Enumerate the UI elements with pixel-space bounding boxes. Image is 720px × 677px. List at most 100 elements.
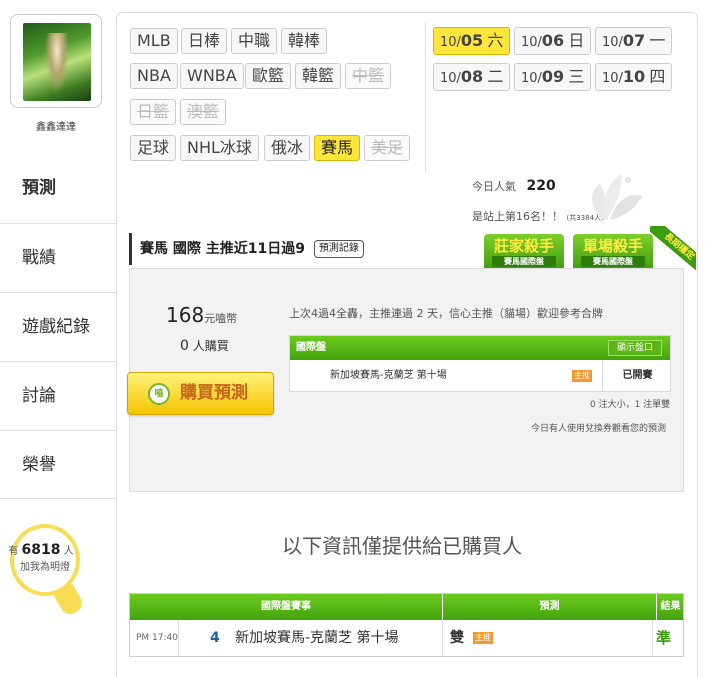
sport-tab-soccer[interactable]: 足球 — [130, 135, 177, 161]
date-weekday: 一 — [649, 31, 666, 50]
row-pick: 雙 — [450, 630, 464, 646]
game-row: 新加坡賽馬-克蘭芝 第十場 主推 已開賽 — [290, 360, 670, 392]
sport-tab-cn-basketball: 中籃 — [345, 63, 392, 89]
avatar[interactable] — [10, 14, 102, 108]
date-md: 10/ — [440, 35, 461, 50]
row-result: 準 — [656, 629, 672, 647]
date-tab-1007[interactable]: 10/07 一 — [595, 27, 673, 55]
popularity: 今日人氣 220 — [472, 178, 556, 194]
buyers: 0 人購買 — [180, 337, 229, 354]
record-button[interactable]: 預測記錄 — [313, 240, 364, 258]
purchased-table: 國際盤賽事 預測 結果 PM 17:40 4 新加坡賽馬-克蘭芝 第十場 雙 主… — [129, 593, 684, 657]
col-header-event: 國際盤賽事 — [261, 601, 311, 612]
date-tab-1005[interactable]: 10/05 六 — [433, 27, 511, 55]
coin-icon: 嗑 — [148, 383, 170, 405]
date-tab-1009[interactable]: 10/09 三 — [514, 63, 592, 91]
popularity-label: 今日人氣 — [472, 180, 516, 193]
sport-tab-nhl[interactable]: NHL冰球 — [180, 135, 259, 161]
buyers-count: 0 — [180, 338, 189, 354]
voucher-note: 今日有人使用兌換券觀看您的預測 — [531, 424, 667, 434]
game-status: 已開賽 — [602, 360, 672, 392]
buy-button-label: 購買預測 — [180, 383, 248, 403]
sport-tab-us-football: 美足 — [364, 135, 411, 161]
flower-decoration-icon — [592, 174, 642, 220]
date-md: 10/ — [602, 35, 623, 50]
badge-sub: 賽馬國際盤 — [492, 256, 556, 267]
badge-banker-killer: 莊家殺手 賽馬國際盤 — [484, 234, 564, 272]
game-name: 新加坡賽馬-克蘭芝 第十場 — [330, 370, 447, 381]
badge-title: 單場殺手 — [582, 237, 643, 255]
sport-tab-jp-baseball[interactable]: 日棒 — [181, 28, 228, 54]
sport-tab-eu-basketball[interactable]: 歐籃 — [245, 63, 292, 89]
badge-title: 莊家殺手 — [493, 237, 554, 255]
fan-count: 6818 — [21, 542, 61, 558]
sport-tab-au-basketball: 澳籃 — [180, 99, 227, 125]
sport-tab-ru-hockey[interactable]: 俄冰 — [264, 135, 311, 161]
game-table-title: 國際盤 — [296, 342, 326, 353]
cell-divider — [652, 620, 653, 656]
popularity-value: 220 — [526, 178, 556, 194]
nav-item-discussion[interactable]: 討論 — [0, 361, 116, 430]
divider — [425, 22, 426, 172]
date-tab-1006[interactable]: 10/06 日 — [514, 27, 592, 55]
date-md: 10/ — [521, 71, 542, 86]
date-weekday: 六 — [487, 31, 504, 50]
badge-sub: 賽馬國際盤 — [581, 256, 645, 267]
buyers-label: 人購買 — [192, 339, 229, 353]
sport-tab-kr-basketball[interactable]: 韓籃 — [295, 63, 342, 89]
sport-tab-jp-basketball: 日籃 — [130, 99, 177, 125]
purchased-table-header: 國際盤賽事 預測 結果 — [130, 594, 683, 620]
date-md: 10/ — [440, 71, 461, 86]
sport-tab-cpbl[interactable]: 中職 — [231, 28, 278, 54]
price: 168元嗑幣 — [166, 303, 237, 327]
date-day: 10 — [622, 67, 646, 86]
sport-tab-wnba[interactable]: WNBA — [180, 63, 244, 89]
row-time: PM 17:40 — [136, 633, 178, 643]
sport-tab-mlb[interactable]: MLB — [130, 28, 178, 54]
date-day: 06 — [541, 31, 565, 50]
pick-count-note: 0 注大小，1 注單雙 — [590, 400, 671, 410]
date-tab-1010[interactable]: 10/10 四 — [595, 63, 673, 91]
row-race: 新加坡賽馬-克蘭芝 第十場 — [235, 630, 399, 646]
nav-item-honor[interactable]: 榮譽 — [0, 430, 116, 499]
sport-tab-horse-racing[interactable]: 賽馬 — [314, 135, 361, 161]
cell-divider — [178, 620, 179, 656]
game-table-header: 國際盤 顯示盤口 — [290, 336, 670, 360]
fan-suffix: 人 — [63, 546, 74, 557]
stable-ribbon: 長期穩定 — [650, 226, 696, 270]
game-table: 國際盤 顯示盤口 新加坡賽馬-克蘭芝 第十場 主推 已開賽 — [289, 335, 671, 392]
prediction-message: 上次4過4全轟，主推連過 2 天，信心主推（貓場）歡迎參考合牌 — [289, 307, 603, 320]
price-value: 168 — [166, 303, 205, 327]
date-day: 08 — [460, 67, 484, 86]
nav-item-record[interactable]: 戰績 — [0, 223, 116, 292]
date-weekday: 四 — [649, 67, 666, 86]
avatar-image — [23, 23, 91, 101]
sidebar: 鑫鑫達達 預測 戰績 遊戲紀錄 討論 榮譽 有 6818 人 加我為明燈 — [0, 0, 116, 677]
nav-item-predict[interactable]: 預測 — [0, 154, 116, 223]
fan-label: 加我為明燈 — [20, 562, 70, 573]
date-weekday: 三 — [568, 67, 585, 86]
show-odds-button[interactable]: 顯示盤口 — [607, 340, 662, 356]
price-unit: 元嗑幣 — [204, 312, 238, 325]
sport-tab-kr-baseball[interactable]: 韓棒 — [281, 28, 328, 54]
main-pick-tag: 主推 — [473, 632, 493, 644]
badge-single-killer: 單場殺手 賽馬國際盤 — [573, 234, 653, 272]
date-day: 07 — [622, 31, 646, 50]
col-header-pick: 預測 — [442, 594, 656, 620]
row-number: 4 — [210, 630, 220, 646]
col-header-result: 結果 — [656, 594, 684, 620]
ribbon-text: 長期穩定 — [650, 226, 696, 270]
username[interactable]: 鑫鑫達達 — [0, 118, 112, 133]
sport-tab-nba[interactable]: NBA — [130, 63, 178, 89]
table-row: PM 17:40 4 新加坡賽馬-克蘭芝 第十場 雙 主推 準 — [130, 620, 683, 656]
date-day: 05 — [460, 31, 484, 50]
header-title: 賽馬 國際 主推近11日過9 — [140, 241, 305, 257]
date-tab-1008[interactable]: 10/08 二 — [433, 63, 511, 91]
rank-text: 是站上第16名！！ — [472, 210, 563, 223]
buy-prediction-button[interactable]: 嗑購買預測 — [127, 372, 274, 415]
nav-item-game-log[interactable]: 遊戲紀錄 — [0, 292, 116, 361]
date-md: 10/ — [521, 35, 542, 50]
date-weekday: 二 — [487, 67, 504, 86]
prediction-header: 賽馬 國際 主推近11日過9 預測記錄 — [129, 233, 377, 265]
main-pick-tag: 主推 — [572, 370, 592, 382]
